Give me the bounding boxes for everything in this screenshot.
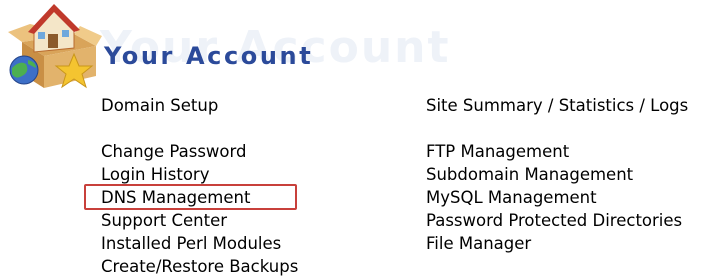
file-manager-link[interactable]: File Manager	[426, 232, 688, 255]
password-protected-directories-link[interactable]: Password Protected Directories	[426, 209, 688, 232]
domain-setup-link[interactable]: Domain Setup	[101, 94, 298, 117]
page-header: Your Account Your Account	[0, 0, 708, 90]
login-history-link[interactable]: Login History	[101, 163, 298, 186]
ftp-management-link[interactable]: FTP Management	[426, 140, 688, 163]
support-center-link[interactable]: Support Center	[101, 209, 298, 232]
mysql-management-link[interactable]: MySQL Management	[426, 186, 688, 209]
change-password-link[interactable]: Change Password	[101, 140, 298, 163]
account-logo-icon	[8, 4, 102, 89]
installed-perl-modules-link[interactable]: Installed Perl Modules	[101, 232, 298, 255]
subdomain-management-link[interactable]: Subdomain Management	[426, 163, 688, 186]
site-summary-link[interactable]: Site Summary / Statistics / Logs	[426, 94, 688, 117]
right-menu: Site Summary / Statistics / Logs FTP Man…	[426, 94, 688, 255]
dns-management-highlight	[84, 184, 297, 210]
page-title: Your Account	[104, 42, 314, 70]
create-restore-backups-link[interactable]: Create/Restore Backups	[101, 255, 298, 278]
